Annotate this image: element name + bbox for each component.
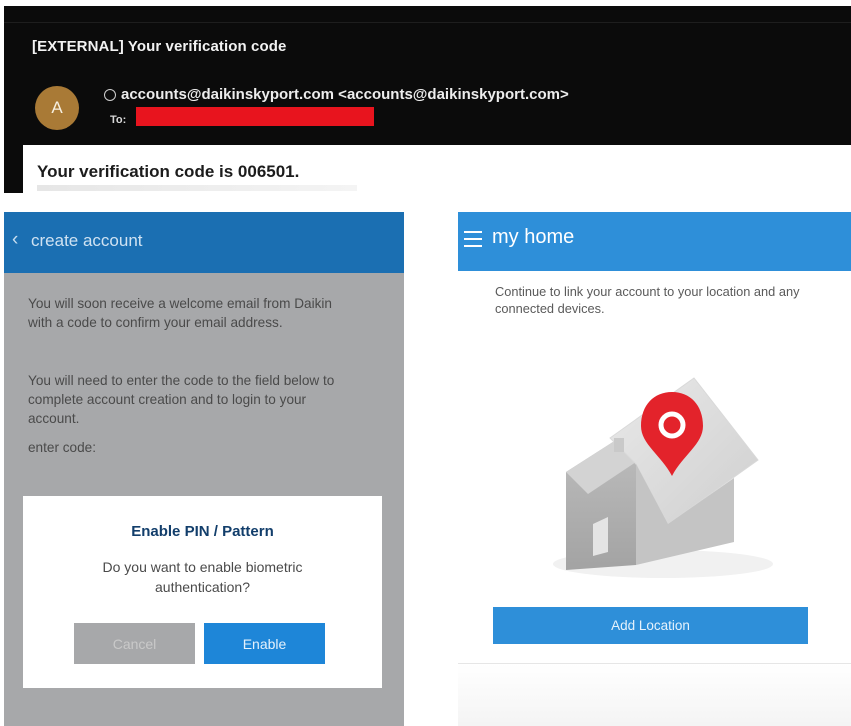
verification-code-text: Your verification code is 006501. [37, 162, 300, 181]
link-account-description: Continue to link your account to your lo… [495, 284, 800, 316]
create-account-title: create account [31, 231, 143, 250]
add-location-button[interactable]: Add Location [493, 607, 808, 644]
welcome-email-instructions: You will soon receive a welcome email fr… [28, 296, 332, 330]
sender-address: accounts@daikinskyport.com <accounts@dai… [121, 86, 569, 103]
my-home-screen: my home Continue to link your account to… [458, 212, 851, 726]
email-body: Your verification code is 006501. [23, 145, 851, 193]
cancel-button[interactable]: Cancel [74, 623, 195, 664]
create-account-header: ‹ create account [4, 212, 404, 273]
enter-code-instructions: You will need to enter the code to the f… [28, 373, 335, 426]
email-sender[interactable]: accounts@daikinskyport.com <accounts@dai… [104, 86, 569, 103]
to-label: To: [110, 114, 127, 126]
house-location-pin-icon [553, 377, 773, 578]
my-home-header: my home [458, 212, 851, 271]
enable-button[interactable]: Enable [204, 623, 325, 664]
hamburger-menu-icon[interactable] [464, 231, 482, 247]
email-toolbar-strip [4, 6, 851, 23]
presence-icon [104, 88, 116, 101]
sender-avatar[interactable]: A [35, 86, 79, 130]
email-message-panel: [EXTERNAL] Your verification code A acco… [4, 6, 851, 193]
email-subject: [EXTERNAL] Your verification code [32, 38, 287, 55]
create-account-screen: ‹ create account You will soon receive a… [4, 212, 404, 726]
redacted-recipient [136, 107, 374, 126]
bottom-area [458, 664, 851, 726]
dialog-message: Do you want to enable biometric authenti… [102, 559, 303, 595]
email-body-faded-line [37, 185, 357, 191]
my-home-title: my home [492, 226, 575, 248]
dialog-title: Enable PIN / Pattern [131, 523, 274, 540]
enable-pin-dialog: Enable PIN / Pattern Do you want to enab… [23, 496, 382, 688]
enter-code-label: enter code: [28, 440, 97, 455]
chevron-left-icon[interactable]: ‹ [12, 229, 18, 251]
